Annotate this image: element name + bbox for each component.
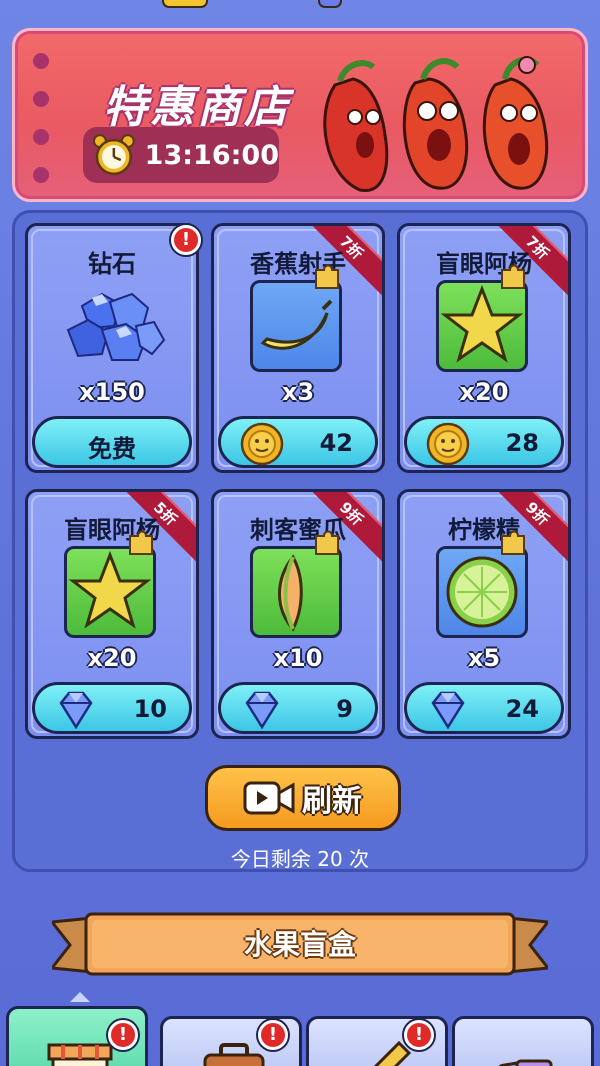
shop-card-lime[interactable]: 9折 柠檬精 x5 24 [397, 489, 571, 739]
starfruit-icon [68, 550, 152, 629]
item-name: 钻石 [88, 250, 136, 278]
ticket-hole [33, 167, 49, 183]
item-name: 盲眼阿杨 [64, 516, 160, 544]
price-label: 24 [505, 695, 539, 723]
countdown-timer: 13:16:00 [83, 127, 279, 183]
lime-slice-icon [446, 556, 518, 628]
melon-slice-icon [278, 554, 303, 632]
alarm-clock-icon [92, 134, 135, 176]
shop-card-starfruit[interactable]: 5折 盲眼阿杨 x20 10 [25, 489, 199, 739]
shop-card-starfruit[interactable]: 7折 盲眼阿杨 x20 28 [397, 223, 571, 473]
item-name: 香蕉射手 [250, 250, 346, 278]
gold-coin-icon [426, 422, 470, 466]
shop-title: 特惠商店 [103, 82, 291, 133]
refresh-label: 刷新 [302, 784, 362, 819]
remaining-refreshes: 今日剩余 20 次 [230, 847, 370, 871]
buy-button[interactable]: 24 [404, 682, 564, 734]
gem-icon [318, 0, 342, 8]
shop-stall-icon [47, 1043, 113, 1066]
item-name: 盲眼阿杨 [436, 250, 532, 278]
price-label: 42 [319, 429, 353, 457]
item-name: 刺客蜜瓜 [250, 516, 346, 544]
shop-card-diamond[interactable]: 钻石 x150 免费 [25, 223, 199, 473]
item-thumbnail [436, 546, 528, 638]
gem-icon [245, 691, 279, 730]
alert-badge: ! [258, 1020, 288, 1050]
alert-badge: ! [171, 225, 201, 255]
special-shop-banner: 特惠商店 13:16:00 [12, 28, 588, 202]
tab-cards[interactable] [452, 1016, 594, 1066]
refresh-button[interactable]: 刷新 [205, 765, 401, 831]
puzzle-piece-icon [501, 530, 525, 555]
puzzle-piece-icon [501, 264, 525, 289]
puzzle-piece-icon [315, 264, 339, 289]
cards-icon [497, 1059, 553, 1066]
chili-peppers-icon [323, 56, 549, 192]
free-claim-button[interactable]: 免费 [32, 416, 192, 468]
buy-button[interactable]: 28 [404, 416, 564, 468]
shop-card-banana[interactable]: 7折 香蕉射手 x3 42 [211, 223, 385, 473]
blind-box-title[interactable]: 水果盲盒 [90, 916, 510, 974]
gem-icon [431, 691, 465, 730]
item-quantity: x3 [281, 378, 315, 406]
top-resource-strip [0, 0, 600, 14]
price-label: 9 [336, 695, 353, 723]
gem-icon [59, 691, 93, 730]
starfruit-icon [440, 284, 524, 363]
item-quantity: x150 [79, 378, 145, 406]
ticket-hole [33, 53, 49, 69]
puzzle-piece-icon [315, 530, 339, 555]
puzzle-piece-icon [129, 530, 153, 555]
buy-button[interactable]: 10 [32, 682, 192, 734]
item-thumbnail [436, 280, 528, 372]
buy-button[interactable]: 9 [218, 682, 378, 734]
price-label: 10 [133, 695, 167, 723]
item-quantity: x20 [459, 378, 509, 406]
item-quantity: x10 [273, 644, 323, 672]
price-label: 免费 [88, 435, 136, 463]
shop-card-melon[interactable]: 9折 刺客蜜瓜 x10 9 [211, 489, 385, 739]
active-tab-caret [70, 992, 90, 1002]
item-thumbnail [64, 546, 156, 638]
item-thumbnail [250, 546, 342, 638]
item-name: 柠檬精 [448, 516, 520, 544]
item-quantity: x5 [467, 644, 501, 672]
shop-panel: 钻石 x150 免费 ! 7折 香蕉射手 x3 42 7折 盲眼阿杨 x20 2… [12, 210, 588, 872]
diamond-pile-icon [66, 292, 166, 361]
gold-coin-icon [240, 422, 284, 466]
ticket-hole [33, 129, 49, 145]
video-camera-icon [243, 781, 295, 815]
alert-badge: ! [404, 1020, 434, 1050]
alert-badge: ! [108, 1020, 138, 1050]
item-quantity: x20 [87, 644, 137, 672]
price-label: 28 [505, 429, 539, 457]
item-thumbnail [250, 280, 342, 372]
buy-button[interactable]: 42 [218, 416, 378, 468]
ticket-hole [33, 91, 49, 107]
timer-text: 13:16:00 [144, 139, 279, 171]
gold-coin-icon [162, 0, 208, 8]
banana-icon [260, 299, 333, 350]
